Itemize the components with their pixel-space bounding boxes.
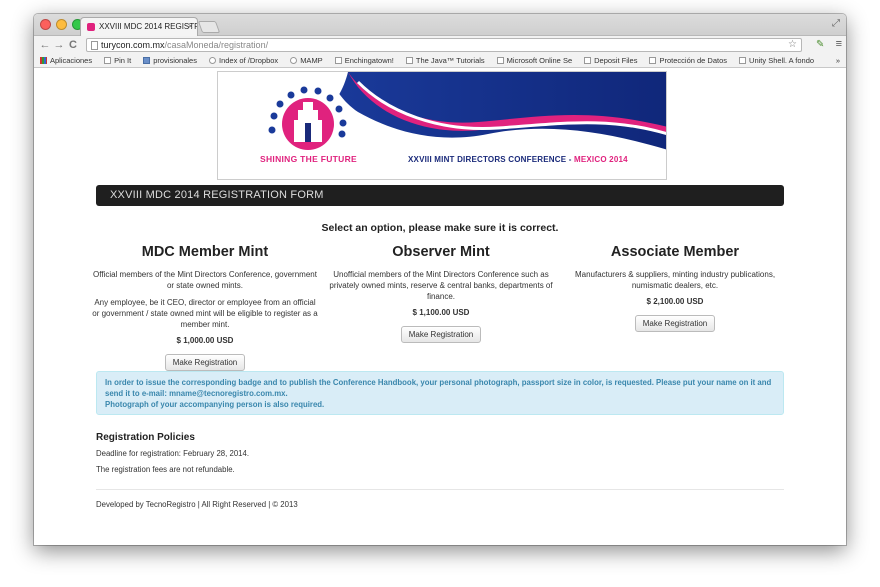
option-mdc-member: MDC Member Mint Official members of the …	[90, 244, 320, 371]
bookmark-item[interactable]: Pin It	[98, 56, 137, 65]
tab-title: XXVIII MDC 2014 REGISTRA	[99, 22, 198, 31]
photo-notice: In order to issue the corresponding badg…	[96, 371, 784, 415]
bookmark-item[interactable]: MAMP	[284, 56, 329, 65]
back-button[interactable]: ←	[38, 39, 52, 51]
bookmark-label: Enchingatown!	[344, 56, 394, 65]
bookmark-item[interactable]: Deposit Files	[578, 56, 643, 65]
window-controls	[40, 19, 83, 30]
forward-button[interactable]: →	[52, 39, 66, 51]
fullscreen-icon[interactable]: ⤢	[832, 18, 840, 29]
footer-divider	[96, 489, 784, 490]
minimize-window-button[interactable]	[56, 19, 67, 30]
close-window-button[interactable]	[40, 19, 51, 30]
bookmark-item[interactable]: Microsoft Online Se	[491, 56, 578, 65]
select-prompt: Select an option, please make sure it is…	[321, 222, 559, 234]
registration-policies: Registration Policies Deadline for regis…	[96, 432, 784, 481]
extension-icon[interactable]: ✎	[816, 39, 828, 51]
bookmarks-bar: Aplicaciones Pin It provisionales Index of …	[34, 54, 846, 68]
reload-button[interactable]: C	[66, 39, 80, 51]
bookmark-label: Deposit Files	[594, 56, 638, 65]
option-price: $ 2,100.00 USD	[646, 297, 704, 306]
new-tab-button[interactable]	[197, 21, 221, 33]
page-content: SHINING THE FUTURE XXVIII MINT DIRECTORS…	[34, 70, 846, 545]
option-price: $ 1,100.00 USD	[412, 308, 470, 317]
option-title: MDC Member Mint	[141, 244, 269, 260]
bookmark-label: Index of /Dropbox	[218, 56, 279, 65]
page-icon	[496, 57, 504, 64]
bookmark-item[interactable]: provisionales	[137, 56, 203, 65]
browser-window: XXVIII MDC 2014 REGISTRA × ⤢ ← → C turyc…	[34, 14, 846, 545]
option-description: Any employee, be it CEO, director or emp…	[92, 298, 318, 329]
favicon-icon	[87, 23, 95, 31]
page-icon	[334, 57, 342, 64]
banner-conference-title: XXVIII MINT DIRECTORS CONFERENCE - MEXIC…	[408, 155, 628, 164]
footer: Developed by TecnoRegistro | All Right R…	[96, 500, 298, 509]
page-icon	[649, 57, 657, 64]
make-registration-button-member[interactable]: Make Registration	[164, 354, 246, 371]
bookmark-item[interactable]: The Java™ Tutorials	[400, 56, 491, 65]
form-header: XXVIII MDC 2014 REGISTRATION FORM	[96, 185, 784, 206]
tab-registration[interactable]: XXVIII MDC 2014 REGISTRA ×	[80, 17, 198, 36]
notice-text: Photograph of your accompanying person i…	[105, 400, 325, 409]
bookmark-label: Protección de Datos	[659, 56, 728, 65]
menu-icon[interactable]: ≡	[836, 38, 842, 50]
bookmark-item[interactable]: Enchingatown!	[329, 56, 400, 65]
policy-deadline: Deadline for registration: February 28, …	[96, 449, 249, 458]
page-icon	[405, 57, 413, 64]
page-icon	[104, 57, 112, 64]
option-price: $ 1,000.00 USD	[176, 336, 234, 345]
bookmark-label: Microsoft Online Se	[506, 56, 573, 65]
make-registration-button-observer[interactable]: Make Registration	[400, 326, 482, 343]
bookmarks-overflow-icon[interactable]: »	[830, 56, 846, 65]
bookmark-label: Aplicaciones	[50, 56, 93, 65]
bookmark-label: Unity Shell. A fondo	[749, 56, 815, 65]
bookmark-label: The Java™ Tutorials	[415, 56, 485, 65]
bookmark-label: provisionales	[153, 56, 197, 65]
cloud-icon	[208, 57, 216, 64]
conference-banner: SHINING THE FUTURE XXVIII MINT DIRECTORS…	[217, 71, 667, 180]
address-bar[interactable]: turycon.com.mx/casaMoneda/registration/ …	[86, 38, 802, 52]
option-observer: Observer Mint Unofficial members of the …	[326, 244, 556, 343]
option-associate: Associate Member Manufacturers & supplie…	[560, 244, 790, 332]
bookmark-star-icon[interactable]: ☆	[788, 39, 797, 51]
tab-strip: XXVIII MDC 2014 REGISTRA × ⤢	[34, 14, 846, 36]
apps-icon	[40, 57, 47, 64]
policies-title: Registration Policies	[96, 432, 195, 443]
option-description: Unofficial members of the Mint Directors…	[329, 270, 553, 301]
bookmark-label: MAMP	[300, 56, 323, 65]
option-title: Associate Member	[610, 244, 740, 260]
folder-icon	[143, 57, 151, 64]
banner-tagline: SHINING THE FUTURE	[260, 154, 358, 164]
option-title: Observer Mint	[392, 244, 490, 260]
notice-text: In order to issue the corresponding badg…	[105, 378, 772, 398]
bookmark-item[interactable]: Unity Shell. A fondo	[733, 56, 820, 65]
tab-close-icon[interactable]: ×	[188, 21, 193, 31]
browser-toolbar: ← → C turycon.com.mx/casaMoneda/registra…	[34, 36, 846, 54]
option-description: Official members of the Mint Directors C…	[93, 270, 317, 290]
make-registration-button-associate[interactable]: Make Registration	[634, 315, 716, 332]
url-path: /casaMoneda/registration/	[164, 40, 269, 50]
page-icon	[91, 41, 98, 50]
bookmark-label: Pin It	[114, 56, 132, 65]
bookmark-item[interactable]: Index of /Dropbox	[203, 56, 284, 65]
policy-refund: The registration fees are not refundable…	[96, 465, 235, 474]
page-icon	[739, 57, 747, 64]
page-icon	[584, 57, 592, 64]
option-description: Manufacturers & suppliers, minting indus…	[574, 270, 776, 290]
cloud-icon	[290, 57, 298, 64]
url-host: turycon.com.mx	[101, 40, 165, 50]
bookmark-item[interactable]: Aplicaciones	[34, 56, 98, 65]
bookmark-item[interactable]: Protección de Datos	[643, 56, 733, 65]
